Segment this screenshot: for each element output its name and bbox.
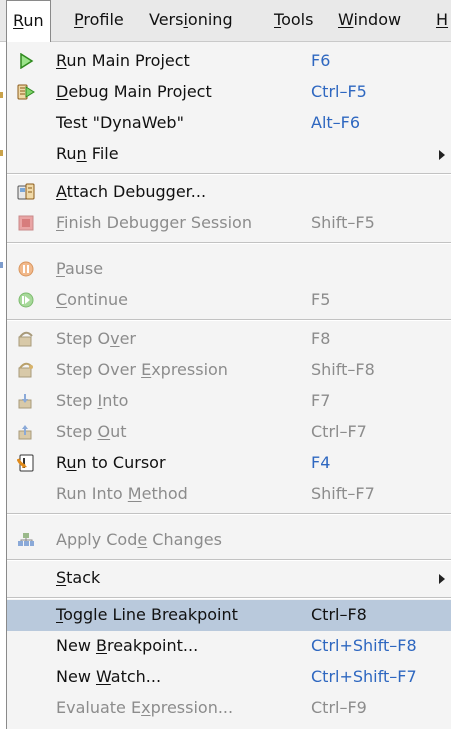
menu-profile[interactable]: Profile: [68, 0, 130, 42]
menu-item-stack[interactable]: Stack: [7, 563, 451, 594]
menu-item-run-to-cursor[interactable]: Run to Cursor F4: [7, 448, 451, 479]
menu-item-evaluate-expression[interactable]: Evaluate Expression... Ctrl–F9: [7, 693, 451, 724]
menu-item-run-main-project[interactable]: Run Main Project F6: [7, 46, 451, 77]
shortcut: Ctrl+Shift–F7: [311, 667, 417, 686]
step-out-icon: [17, 423, 35, 441]
attach-debugger-icon: [17, 183, 35, 201]
menu-separator: [7, 242, 451, 244]
shortcut: Shift–F5: [311, 213, 375, 232]
continue-icon: [17, 291, 35, 309]
shortcut: Alt–F6: [311, 113, 361, 132]
shortcut: Ctrl–F7: [311, 422, 367, 441]
menu-run[interactable]: Run: [6, 0, 51, 43]
menu-item-new-watch[interactable]: New Watch... Ctrl+Shift–F7: [7, 662, 451, 693]
shortcut: Ctrl–F8: [311, 605, 367, 624]
shortcut: F4: [311, 453, 331, 472]
menu-item-step-over-expression[interactable]: Step Over Expression Shift–F8: [7, 355, 451, 386]
apply-code-changes-icon: [17, 531, 35, 549]
shortcut: Shift–F7: [311, 484, 375, 503]
submenu-arrow-icon: [439, 574, 445, 584]
menu-separator: [7, 173, 451, 175]
menu-item-apply-code-changes[interactable]: Apply Code Changes: [7, 525, 451, 556]
stop-icon: [17, 214, 35, 232]
step-into-icon: [17, 392, 35, 410]
shortcut: Ctrl–F5: [311, 82, 367, 101]
menu-bar: Run Profile Versioning Tools Window H: [0, 0, 451, 43]
menu-separator: [7, 513, 451, 515]
window-edge-mark: [0, 262, 3, 268]
shortcut: F6: [311, 51, 331, 70]
run-menu-dropdown: Run Main Project F6 Debug Main Project C…: [6, 42, 451, 729]
menu-tools[interactable]: Tools: [268, 0, 319, 42]
menu-item-pause[interactable]: Pause: [7, 254, 451, 285]
shortcut: Shift–F8: [311, 360, 375, 379]
shortcut: Ctrl–F9: [311, 698, 367, 717]
menu-item-step-over[interactable]: Step Over F8: [7, 324, 451, 355]
shortcut: F8: [311, 329, 331, 348]
menu-item-run-into-method[interactable]: Run Into Method Shift–F7: [7, 479, 451, 510]
run-play-icon: [17, 52, 35, 70]
menu-separator: [7, 597, 451, 599]
pause-icon: [17, 260, 35, 278]
step-over-icon: [17, 330, 35, 348]
debug-icon: [17, 83, 35, 101]
menu-item-step-out[interactable]: Step Out Ctrl–F7: [7, 417, 451, 448]
menu-help[interactable]: H: [430, 0, 451, 42]
menu-item-debug-main-project[interactable]: Debug Main Project Ctrl–F5: [7, 77, 451, 108]
submenu-arrow-icon: [439, 150, 445, 160]
menu-separator: [7, 319, 451, 321]
step-over-expression-icon: [17, 361, 35, 379]
shortcut: F5: [311, 290, 331, 309]
shortcut: Ctrl+Shift–F8: [311, 636, 417, 655]
menu-item-continue[interactable]: Continue F5: [7, 285, 451, 316]
window-edge-mark: [0, 150, 3, 156]
menu-item-attach-debugger[interactable]: Attach Debugger...: [7, 177, 451, 208]
menu-versioning[interactable]: Versioning: [143, 0, 239, 42]
menu-item-step-into[interactable]: Step Into F7: [7, 386, 451, 417]
menu-window[interactable]: Window: [332, 0, 407, 42]
shortcut: F7: [311, 391, 331, 410]
menu-item-toggle-line-breakpoint[interactable]: Toggle Line Breakpoint Ctrl–F8: [7, 600, 451, 631]
run-to-cursor-icon: [17, 454, 35, 472]
menu-separator: [7, 559, 451, 561]
menu-item-test-dynaweb[interactable]: Test "DynaWeb" Alt–F6: [7, 108, 451, 139]
menu-item-finish-debugger-session[interactable]: Finish Debugger Session Shift–F5: [7, 208, 451, 239]
window-edge-mark: [0, 92, 3, 98]
menu-item-new-breakpoint[interactable]: New Breakpoint... Ctrl+Shift–F8: [7, 631, 451, 662]
menu-item-run-file[interactable]: Run File: [7, 139, 451, 170]
